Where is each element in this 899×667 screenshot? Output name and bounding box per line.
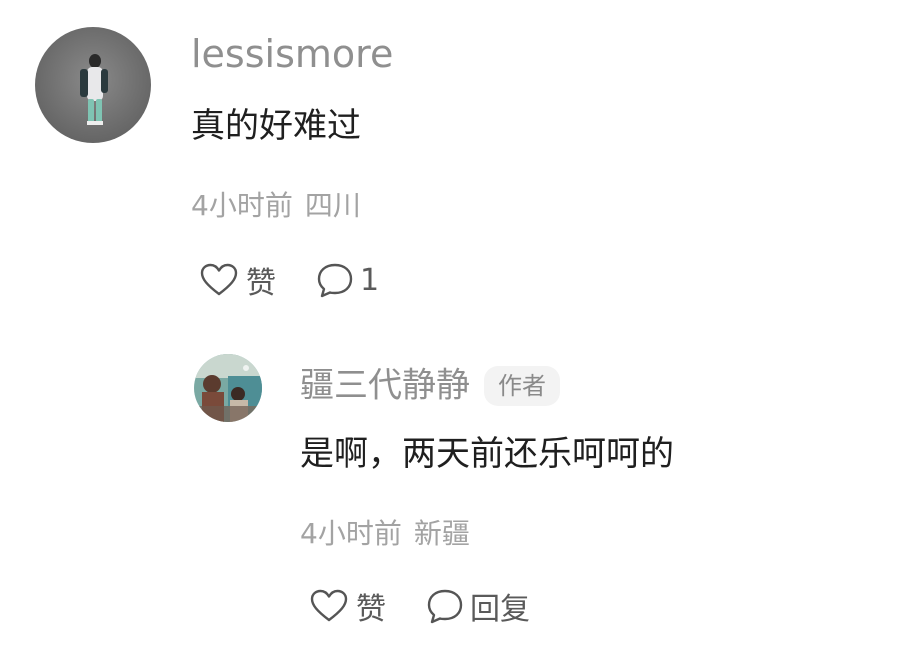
comment-text: 真的好难过	[191, 106, 361, 146]
group-photo-avatar-icon	[194, 354, 262, 422]
commenter-avatar[interactable]	[35, 27, 151, 143]
reply-username[interactable]: 疆三代静静	[300, 366, 470, 406]
reply-button[interactable]: 回复	[426, 584, 530, 628]
comment-actions: 赞 1	[200, 258, 379, 302]
speech-bubble-icon	[317, 263, 353, 298]
comment-meta: 4小时前 四川	[191, 188, 361, 224]
reply-avatar[interactable]	[194, 354, 262, 422]
person-photo-avatar-icon	[35, 27, 151, 143]
reply-count: 1	[360, 262, 380, 298]
reply-like-label: 赞	[356, 592, 386, 627]
author-badge: 作者	[484, 365, 560, 406]
speech-bubble-icon	[427, 589, 463, 624]
comment-time: 4小时前	[191, 189, 293, 222]
reply-text: 是啊，两天前还乐呵呵的	[300, 434, 674, 474]
reply-actions: 赞 回复	[310, 584, 530, 628]
like-button[interactable]: 赞	[200, 258, 276, 302]
reply-item: 疆三代静静 作者 是啊，两天前还乐呵呵的 4小时前 新疆 赞 回复	[0, 340, 899, 660]
like-label: 赞	[246, 266, 276, 301]
reply-time: 4小时前	[300, 517, 402, 550]
reply-meta: 4小时前 新疆	[300, 516, 470, 552]
reply-count-button[interactable]: 1	[316, 262, 379, 298]
heart-outline-icon	[310, 589, 348, 622]
commenter-username[interactable]: lessismore	[191, 32, 393, 76]
reply-username-row: 疆三代静静 作者	[300, 360, 560, 410]
reply-like-button[interactable]: 赞	[310, 584, 386, 628]
comment-location: 四川	[304, 189, 361, 222]
comment-item: lessismore 真的好难过 4小时前 四川 赞 1	[0, 0, 899, 320]
heart-outline-icon	[200, 263, 238, 296]
reply-location: 新疆	[413, 517, 470, 550]
reply-label: 回复	[470, 592, 530, 627]
